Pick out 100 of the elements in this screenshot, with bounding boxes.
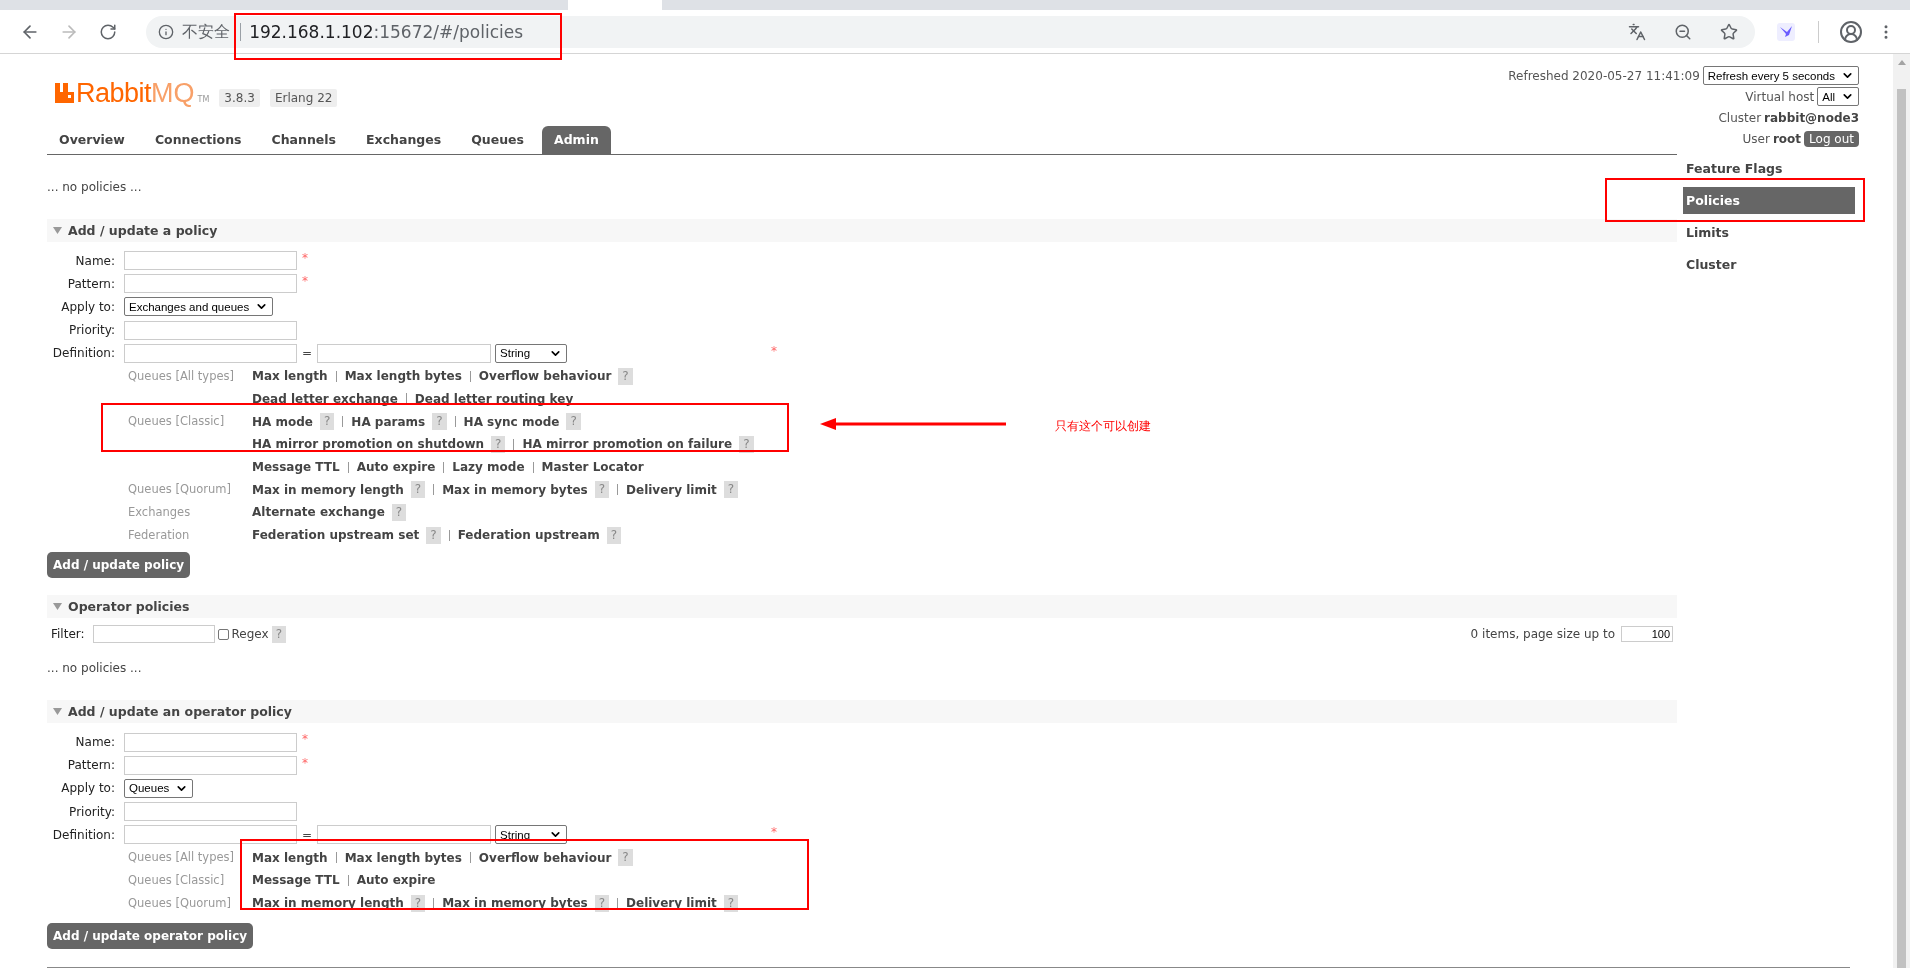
nav-tab[interactable]: Admin [542, 126, 611, 154]
text-field[interactable] [124, 274, 297, 294]
cluster-name: rabbit@node3 [1764, 110, 1859, 125]
cluster-label: Cluster [1718, 110, 1762, 125]
refresh-select[interactable]: Refresh every 5 seconds [1702, 66, 1859, 85]
sidebar-item[interactable]: Policies [1683, 187, 1855, 214]
option-link[interactable]: Delivery limit [626, 482, 717, 497]
group-label: Federation [128, 526, 191, 544]
page-size-field[interactable]: 100 [1621, 626, 1673, 643]
group-label: Queues [All types] [128, 367, 235, 385]
option-link[interactable]: Auto expire [356, 460, 436, 475]
nav-tab[interactable]: Exchanges [354, 126, 454, 154]
add-policy-button[interactable]: Add / update policy [47, 552, 191, 579]
option-link[interactable]: Max in memory length [252, 482, 404, 497]
field-label: Name: [74, 253, 115, 268]
section-header[interactable]: Add / update a policy [47, 219, 1677, 242]
security-label: 不安全 [182, 22, 242, 41]
sidebar-item[interactable]: Feature Flags [1683, 155, 1855, 182]
address-bar[interactable]: 不安全 192.168.1.102:15672/#/policies [146, 15, 1755, 48]
sidebar-item[interactable]: Cluster [1683, 251, 1855, 278]
annotation-note: 只有这个可以创建 [1055, 418, 1151, 435]
logo-icon [55, 83, 74, 103]
option-link[interactable]: Max in memory length [252, 896, 404, 911]
option-link[interactable]: Dead letter routing key [414, 391, 574, 406]
regex-label: Regex [231, 627, 269, 642]
option-link[interactable]: Max length bytes [344, 369, 462, 384]
required-mark: * [302, 755, 308, 770]
nav-tab[interactable]: Overview [47, 126, 137, 154]
user-name: root [1772, 131, 1802, 146]
option-link[interactable]: Max length [252, 369, 328, 384]
option-link[interactable]: Max in memory bytes [442, 896, 588, 911]
definition-key-field[interactable] [124, 825, 297, 845]
required-mark: * [302, 251, 308, 265]
option-link[interactable]: Message TTL [252, 873, 340, 888]
info-icon[interactable] [158, 23, 175, 40]
field-label: Pattern: [66, 276, 115, 291]
definition-key-field[interactable] [124, 343, 297, 363]
option-link[interactable]: Overflow behaviour [478, 369, 612, 384]
nav-tab[interactable]: Connections [142, 126, 254, 154]
add-operator-policy-button[interactable]: Add / update operator policy [47, 922, 254, 949]
nav-tab[interactable]: Channels [259, 126, 349, 154]
required-mark: * [771, 343, 777, 358]
field-label: Name: [74, 735, 115, 750]
pagination-text: 0 items, page size up to [1470, 627, 1615, 642]
collapse-triangle-icon[interactable] [53, 603, 62, 611]
type-select[interactable]: String [495, 343, 568, 363]
option-link[interactable]: Overflow behaviour [478, 850, 612, 865]
filter-label: Filter: [51, 627, 85, 642]
option-link[interactable]: Max length bytes [344, 850, 462, 865]
field-label: Pattern: [66, 758, 115, 773]
option-link[interactable]: HA mirror promotion on failure [522, 437, 733, 452]
field-label: Apply to: [60, 781, 115, 796]
text-field[interactable] [124, 755, 297, 775]
equals-sign: = [302, 346, 313, 361]
group-label: Queues [Classic] [128, 872, 226, 890]
option-link[interactable]: HA mirror promotion on shutdown [252, 437, 484, 452]
option-link[interactable]: Dead letter exchange [252, 391, 398, 406]
group-label: Queues [Quorum] [128, 894, 232, 912]
option-link[interactable]: Max in memory bytes [442, 482, 588, 497]
filter-field[interactable] [92, 625, 215, 644]
group-label: Queues [All types] [128, 849, 235, 867]
vhost-select[interactable]: All [1817, 87, 1859, 106]
user-label: User [1742, 131, 1770, 146]
logout-button[interactable]: Log out [1804, 130, 1859, 147]
nav-tab[interactable]: Queues [459, 126, 536, 154]
option-link[interactable]: Message TTL [252, 460, 340, 475]
apply-to-select[interactable]: Queues [124, 778, 194, 798]
option-link[interactable]: HA mode [252, 414, 313, 429]
option-link[interactable]: Alternate exchange [252, 505, 385, 520]
field-label: Apply to: [60, 299, 115, 314]
vhost-label: Virtual host [1745, 89, 1815, 104]
text-field[interactable] [124, 251, 297, 271]
option-link[interactable]: Delivery limit [626, 896, 717, 911]
refreshed-text: Refreshed 2020-05-27 11:41:09 [1508, 68, 1700, 83]
option-link[interactable]: Lazy mode [452, 460, 525, 475]
section-header[interactable]: Operator policies [47, 595, 1677, 619]
option-link[interactable]: HA sync mode [463, 414, 560, 429]
apply-to-select[interactable]: Exchanges and queues [124, 297, 274, 317]
text-field[interactable] [124, 732, 297, 752]
option-link[interactable]: Master Locator [541, 460, 644, 475]
collapse-triangle-icon[interactable] [53, 227, 62, 234]
text-field[interactable] [124, 802, 297, 822]
definition-value-field[interactable] [317, 343, 492, 363]
sidebar-item[interactable]: Limits [1683, 219, 1855, 246]
section-header[interactable]: Add / update an operator policy [47, 700, 1677, 724]
regex-checkbox[interactable] [217, 629, 229, 640]
option-link[interactable]: Auto expire [356, 873, 436, 888]
scrollbar[interactable] [1893, 54, 1910, 968]
version-badge: 3.8.3 [219, 89, 260, 107]
group-label: Queues [Quorum] [128, 481, 232, 499]
option-link[interactable]: HA params [351, 414, 426, 429]
section-title: Operator policies [68, 599, 190, 615]
group-label: Exchanges [128, 504, 192, 522]
group-label: Queues [Classic] [128, 413, 226, 431]
option-link[interactable]: Max length [252, 850, 328, 865]
empty-message: ... no policies ... [47, 179, 143, 195]
option-link[interactable]: Federation upstream set [252, 528, 420, 543]
option-link[interactable]: Federation upstream [457, 528, 600, 543]
collapse-triangle-icon[interactable] [53, 708, 62, 716]
text-field[interactable] [124, 320, 297, 340]
